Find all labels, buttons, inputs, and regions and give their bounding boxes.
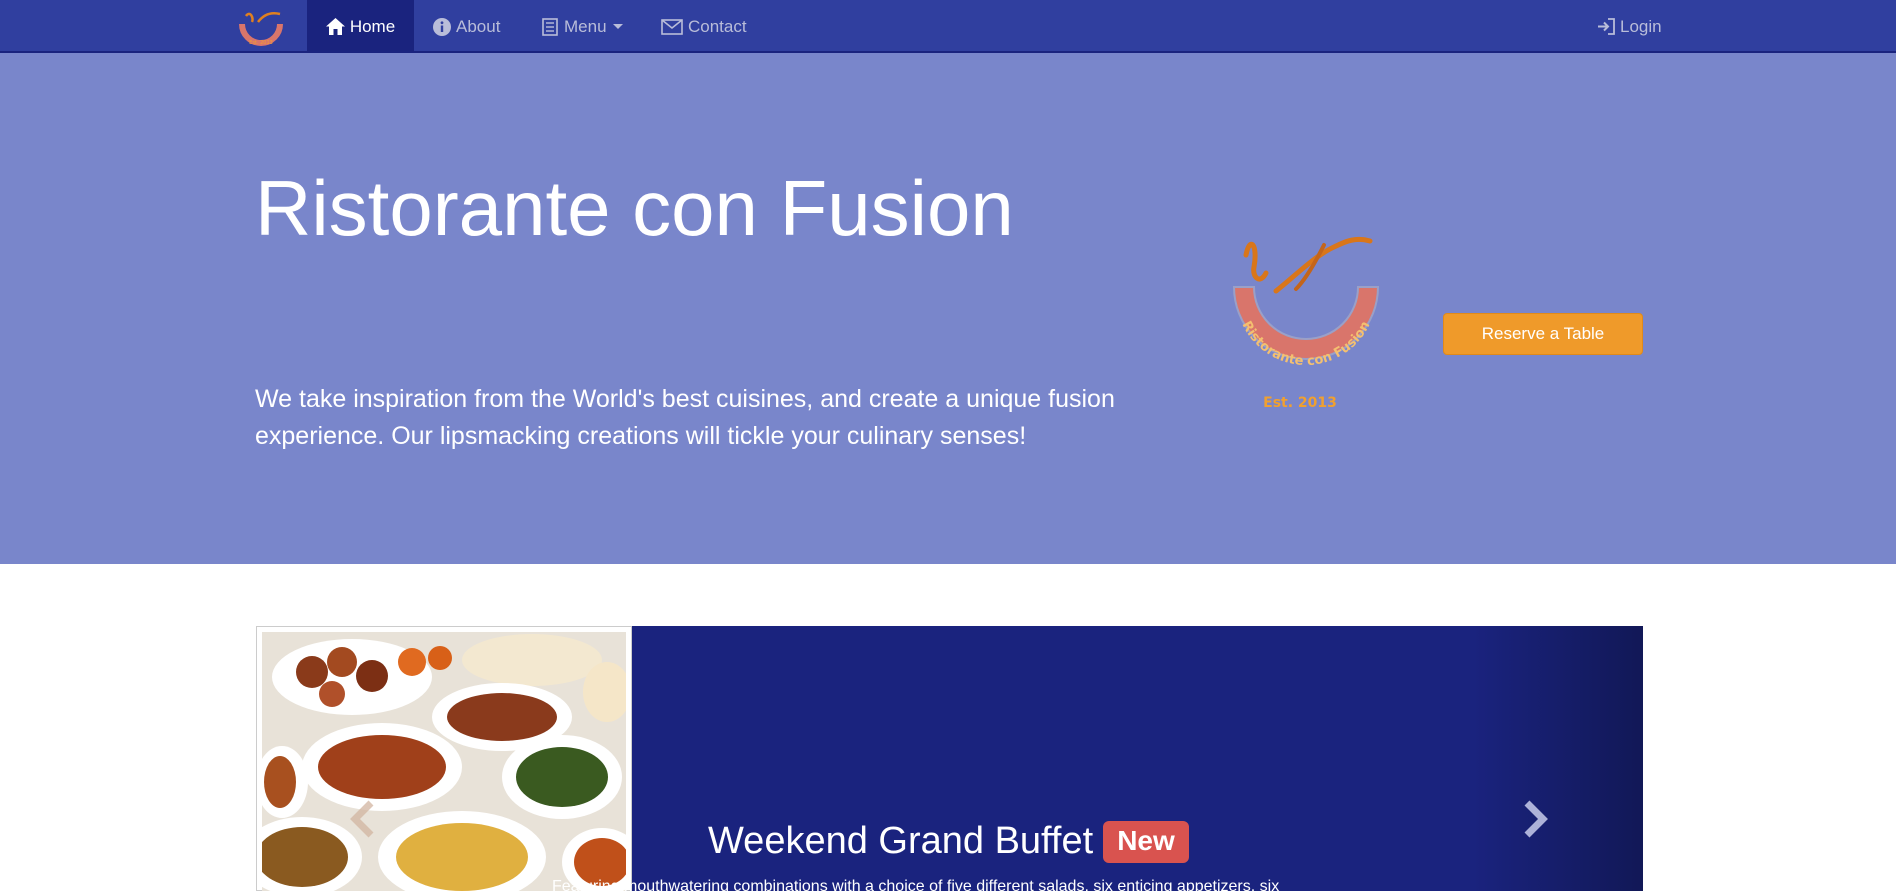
nav-home[interactable]: Home xyxy=(307,0,414,53)
new-badge: New xyxy=(1103,820,1189,863)
slide-title-text: Weekend Grand Buffet xyxy=(708,820,1094,862)
nav-about[interactable]: About xyxy=(432,0,500,53)
page-title: Ristorante con Fusion xyxy=(255,164,1014,252)
brand-logo[interactable]: Est. 2013 xyxy=(236,8,286,46)
nav-contact[interactable]: Contact xyxy=(660,0,747,53)
chevron-right-icon xyxy=(1524,800,1548,838)
slide-caption: Featuring mouthwatering combinations wit… xyxy=(552,878,1280,891)
carousel-prev-button[interactable] xyxy=(342,794,382,844)
login-label: Login xyxy=(1620,16,1662,36)
carousel-shade xyxy=(1473,626,1643,891)
chevron-left-icon xyxy=(350,800,374,838)
envelope-icon xyxy=(660,17,684,37)
svg-text:Est. 2013: Est. 2013 xyxy=(249,40,273,46)
jumbotron: Ristorante con Fusion We take inspiratio… xyxy=(0,53,1896,564)
restaurant-logo: Ristorante con Fusion Est. 2013 xyxy=(1206,215,1406,415)
home-icon xyxy=(326,17,346,37)
login-icon xyxy=(1596,17,1616,37)
info-icon xyxy=(432,17,452,37)
carousel-next-button[interactable] xyxy=(1516,794,1556,844)
nav-menu-dropdown[interactable]: Menu xyxy=(540,0,623,53)
reserve-table-button[interactable]: Reserve a Table xyxy=(1443,313,1643,355)
login-link[interactable]: Login xyxy=(1596,0,1662,53)
nav-home-label: Home xyxy=(349,16,396,36)
list-icon xyxy=(540,17,560,37)
logo-est-text: Est. 2013 xyxy=(1263,395,1337,411)
nav-menu-label: Menu xyxy=(564,16,607,36)
caret-down-icon xyxy=(612,24,623,29)
nav-contact-label: Contact xyxy=(688,16,747,36)
carousel: Weekend Grand Buffet New Featuring mouth… xyxy=(256,626,1643,891)
jumbotron-description: We take inspiration from the World's bes… xyxy=(255,385,1115,450)
slide-title: Weekend Grand Buffet New xyxy=(708,820,1189,863)
buffet-image xyxy=(256,626,632,891)
nav-about-label: About xyxy=(456,16,501,36)
navbar: Est. 2013 Home About Menu Contact Login xyxy=(0,0,1896,53)
